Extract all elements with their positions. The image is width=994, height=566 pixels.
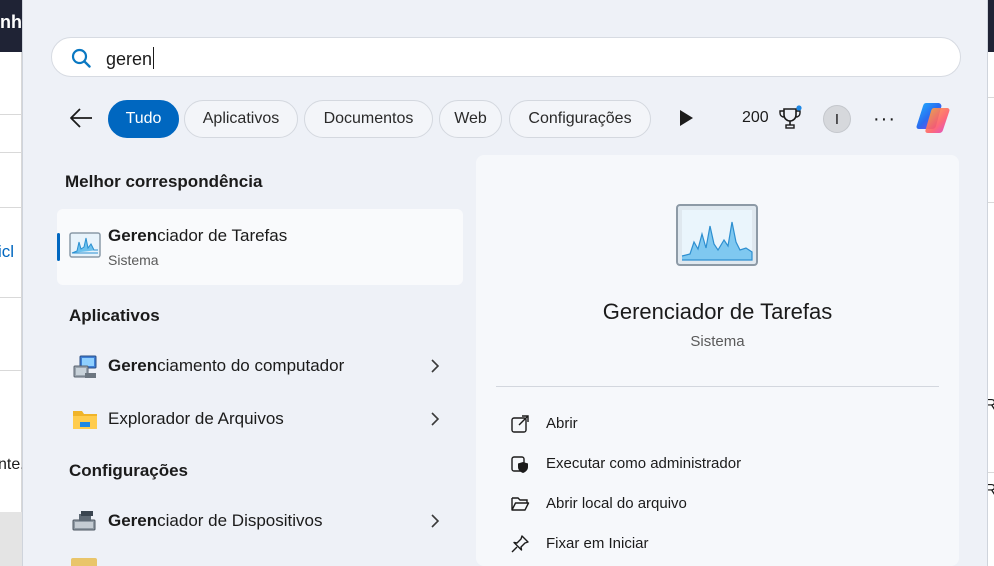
shield-icon [511,456,528,473]
action-open-file-location[interactable]: Abrir local do arquivo [510,490,910,518]
back-arrow-icon[interactable] [67,104,95,132]
action-label: Executar como administrador [546,455,742,472]
selection-indicator [57,233,60,261]
list-item-file-explorer[interactable]: Explorador de Arquivos [57,395,463,443]
rewards-points[interactable]: 200 [742,109,769,127]
list-item-device-manager[interactable]: Gerenciador de Dispositivos [57,497,463,545]
more-filters-play-icon[interactable] [678,109,694,127]
action-run-as-admin[interactable]: Executar como administrador [510,450,910,478]
section-title-best-match: Melhor correspondência [65,172,263,191]
chevron-right-icon [431,412,440,426]
background-left-strip: icl nte. [0,52,22,566]
folder-open-icon [511,497,530,511]
list-item-computer-management[interactable]: Gerenciamento do computador [57,342,463,390]
detail-subtitle: Sistema [690,333,745,350]
detail-title: Gerenciador de Tarefas [602,299,833,324]
task-manager-large-icon [676,204,758,266]
pin-icon [511,535,529,553]
filter-chip-web[interactable]: Web [439,100,502,138]
action-label: Fixar em Iniciar [546,535,649,552]
filter-chip-all[interactable]: Tudo [108,100,179,138]
action-pin-to-start[interactable]: Fixar em Iniciar [510,530,910,558]
best-match-result[interactable]: Gerenciador de Tarefas Sistema [57,209,463,285]
result-detail-pane: Gerenciador de Tarefas Sistema Abrir Exe… [476,155,959,566]
copilot-icon[interactable] [914,100,952,136]
best-match-name: Gerenciador de Tarefas [108,226,288,245]
chevron-right-icon [431,359,440,373]
list-item-name: Gerenciador de Dispositivos [108,511,323,530]
folder-icon [73,411,97,429]
filter-chip-documents[interactable]: Documentos [304,100,433,138]
open-external-icon [511,415,529,433]
filter-chip-apps[interactable]: Aplicativos [184,100,298,138]
background-text-fragment: nhe [0,12,22,32]
search-query: geren [106,49,153,69]
action-label: Abrir local do arquivo [546,495,687,512]
device-manager-icon [72,511,96,531]
background-text-fragment: icl [0,242,15,261]
list-item-name: Explorador de Arquivos [108,409,284,428]
list-item-name: Gerenciamento do computador [108,356,345,375]
trophy-icon[interactable] [778,105,802,131]
task-manager-icon [69,232,101,258]
chevron-right-icon [431,514,440,528]
action-label: Abrir [546,415,578,432]
text-caret [153,47,155,69]
more-options-icon[interactable]: ··· [873,108,896,131]
user-avatar[interactable]: I [823,105,851,133]
computer-management-icon [73,355,97,378]
best-match-subtitle: Sistema [108,252,159,268]
search-icon [71,48,91,68]
divider [496,386,939,387]
section-title-settings: Configurações [69,461,189,480]
search-box[interactable]: geren [51,37,961,77]
background-left-footer [0,512,22,566]
search-input[interactable]: geren [106,47,155,70]
background-text-fragment: nte. [0,456,22,473]
section-title-apps: Aplicativos [69,306,160,325]
start-search-panel: geren Tudo Aplicativos Documentos Web Co… [22,0,988,566]
action-open[interactable]: Abrir [510,410,910,438]
list-item-partial[interactable] [71,558,97,566]
filter-chip-settings[interactable]: Configurações [509,100,651,138]
